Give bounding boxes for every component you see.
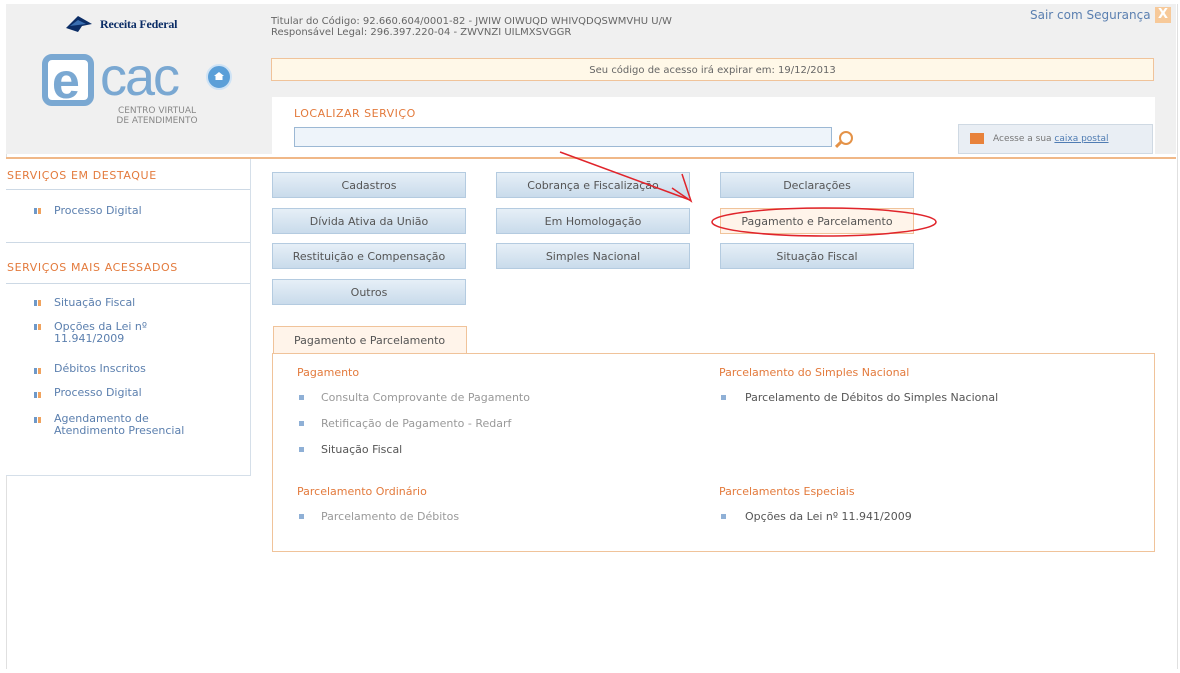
category-restituicao-compensacao[interactable]: Restituição e Compensação bbox=[272, 243, 466, 269]
bullet-icon bbox=[299, 395, 304, 400]
ecac-e-letter: e bbox=[52, 53, 80, 109]
expiration-notice: Seu código de acesso irá expirar em: 19/… bbox=[271, 58, 1154, 81]
most-accessed-heading: SERVIÇOS MAIS ACESSADOS bbox=[7, 261, 178, 274]
link-parcelamento-debitos[interactable]: Parcelamento de Débitos bbox=[321, 510, 459, 523]
ecac-subtitle-line1: CENTRO VIRTUAL bbox=[117, 106, 197, 116]
envelope-icon bbox=[970, 133, 984, 144]
sidebar-item-processo-digital[interactable]: Processo Digital bbox=[54, 205, 142, 217]
search-label: LOCALIZAR SERVIÇO bbox=[294, 107, 416, 120]
category-simples-nacional[interactable]: Simples Nacional bbox=[496, 243, 690, 269]
home-icon[interactable] bbox=[206, 64, 232, 90]
section-pagamento: Pagamento bbox=[297, 366, 360, 379]
sidebar-divider bbox=[6, 242, 250, 243]
section-parcelamentos-especiais: Parcelamentos Especiais bbox=[719, 485, 855, 498]
category-pagamento-parcelamento[interactable]: Pagamento e Parcelamento bbox=[720, 208, 914, 234]
ecac-subtitle-line2: DE ATENDIMENTO bbox=[116, 116, 198, 126]
brand-name: Receita Federal bbox=[100, 16, 178, 31]
bullet-icon bbox=[34, 392, 42, 398]
ecac-subtitle: CENTRO VIRTUAL DE ATENDIMENTO bbox=[112, 106, 202, 126]
mailbox-link[interactable]: caixa postal bbox=[1054, 134, 1108, 144]
category-em-homologacao[interactable]: Em Homologação bbox=[496, 208, 690, 234]
search-input[interactable] bbox=[294, 127, 832, 147]
bullet-icon bbox=[721, 395, 726, 400]
close-icon[interactable]: X bbox=[1155, 7, 1171, 23]
mailbox-prefix: Acesse a sua bbox=[993, 134, 1055, 144]
bullet-icon bbox=[721, 514, 726, 519]
bullet-icon bbox=[299, 514, 304, 519]
featured-heading: SERVIÇOS EM DESTAQUE bbox=[7, 169, 157, 182]
receita-federal-logo[interactable]: Receita Federal bbox=[64, 14, 177, 34]
bullet-icon bbox=[34, 417, 42, 423]
ecac-wordmark: cac bbox=[100, 47, 180, 107]
receita-federal-bird-icon bbox=[66, 16, 92, 32]
bullet-icon bbox=[299, 447, 304, 452]
tab-pagamento-parcelamento[interactable]: Pagamento e Parcelamento bbox=[273, 326, 467, 353]
link-opcoes-lei[interactable]: Opções da Lei nº 11.941/2009 bbox=[745, 510, 912, 523]
sidebar-item-situacao-fiscal[interactable]: Situação Fiscal bbox=[54, 297, 135, 309]
category-divida-ativa[interactable]: Dívida Ativa da União bbox=[272, 208, 466, 234]
sidebar-item-agendamento[interactable]: Agendamento de Atendimento Presencial bbox=[54, 413, 184, 437]
logout-link[interactable]: Sair com Segurança bbox=[1030, 8, 1151, 22]
mailbox-button[interactable]: Acesse a sua caixa postal bbox=[958, 124, 1153, 154]
section-parcelamento-ordinario: Parcelamento Ordinário bbox=[297, 485, 427, 498]
link-retificacao-pagamento[interactable]: Retificação de Pagamento - Redarf bbox=[321, 417, 511, 430]
service-panel: Pagamento Consulta Comprovante de Pagame… bbox=[272, 353, 1155, 552]
link-parcelamento-simples[interactable]: Parcelamento de Débitos do Simples Nacio… bbox=[745, 391, 998, 404]
sidebar-item-label: Atendimento Presencial bbox=[54, 424, 185, 437]
sidebar-item-opcoes-lei[interactable]: Opções da Lei nº 11.941/2009 bbox=[54, 321, 147, 345]
search-panel: LOCALIZAR SERVIÇO Acesse a sua caixa pos… bbox=[272, 97, 1155, 155]
sidebar-divider bbox=[6, 189, 250, 190]
titular-line: Titular do Código: 92.660.604/0001-82 - … bbox=[271, 16, 672, 27]
category-cobranca-fiscalizacao[interactable]: Cobrança e Fiscalização bbox=[496, 172, 690, 198]
sidebar: SERVIÇOS EM DESTAQUE Processo Digital SE… bbox=[6, 159, 251, 476]
responsavel-line: Responsável Legal: 296.397.220-04 - ZWVN… bbox=[271, 27, 572, 38]
category-outros[interactable]: Outros bbox=[272, 279, 466, 305]
section-parcelamento-simples: Parcelamento do Simples Nacional bbox=[719, 366, 910, 379]
sidebar-item-processo-digital-2[interactable]: Processo Digital bbox=[54, 387, 142, 399]
bullet-icon bbox=[34, 208, 42, 214]
category-cadastros[interactable]: Cadastros bbox=[272, 172, 466, 198]
search-icon[interactable] bbox=[839, 131, 853, 145]
user-info: Titular do Código: 92.660.604/0001-82 - … bbox=[271, 16, 672, 38]
sidebar-item-label: 11.941/2009 bbox=[54, 332, 125, 345]
bullet-icon bbox=[34, 368, 42, 374]
sidebar-divider bbox=[6, 283, 250, 284]
category-declaracoes[interactable]: Declarações bbox=[720, 172, 914, 198]
sidebar-item-debitos-inscritos[interactable]: Débitos Inscritos bbox=[54, 363, 146, 375]
bullet-icon bbox=[34, 324, 42, 330]
bullet-icon bbox=[34, 300, 42, 306]
bullet-icon bbox=[299, 421, 304, 426]
category-situacao-fiscal[interactable]: Situação Fiscal bbox=[720, 243, 914, 269]
link-consulta-comprovante[interactable]: Consulta Comprovante de Pagamento bbox=[321, 391, 530, 404]
link-situacao-fiscal[interactable]: Situação Fiscal bbox=[321, 443, 402, 456]
ecac-e-mark: e bbox=[42, 53, 94, 109]
